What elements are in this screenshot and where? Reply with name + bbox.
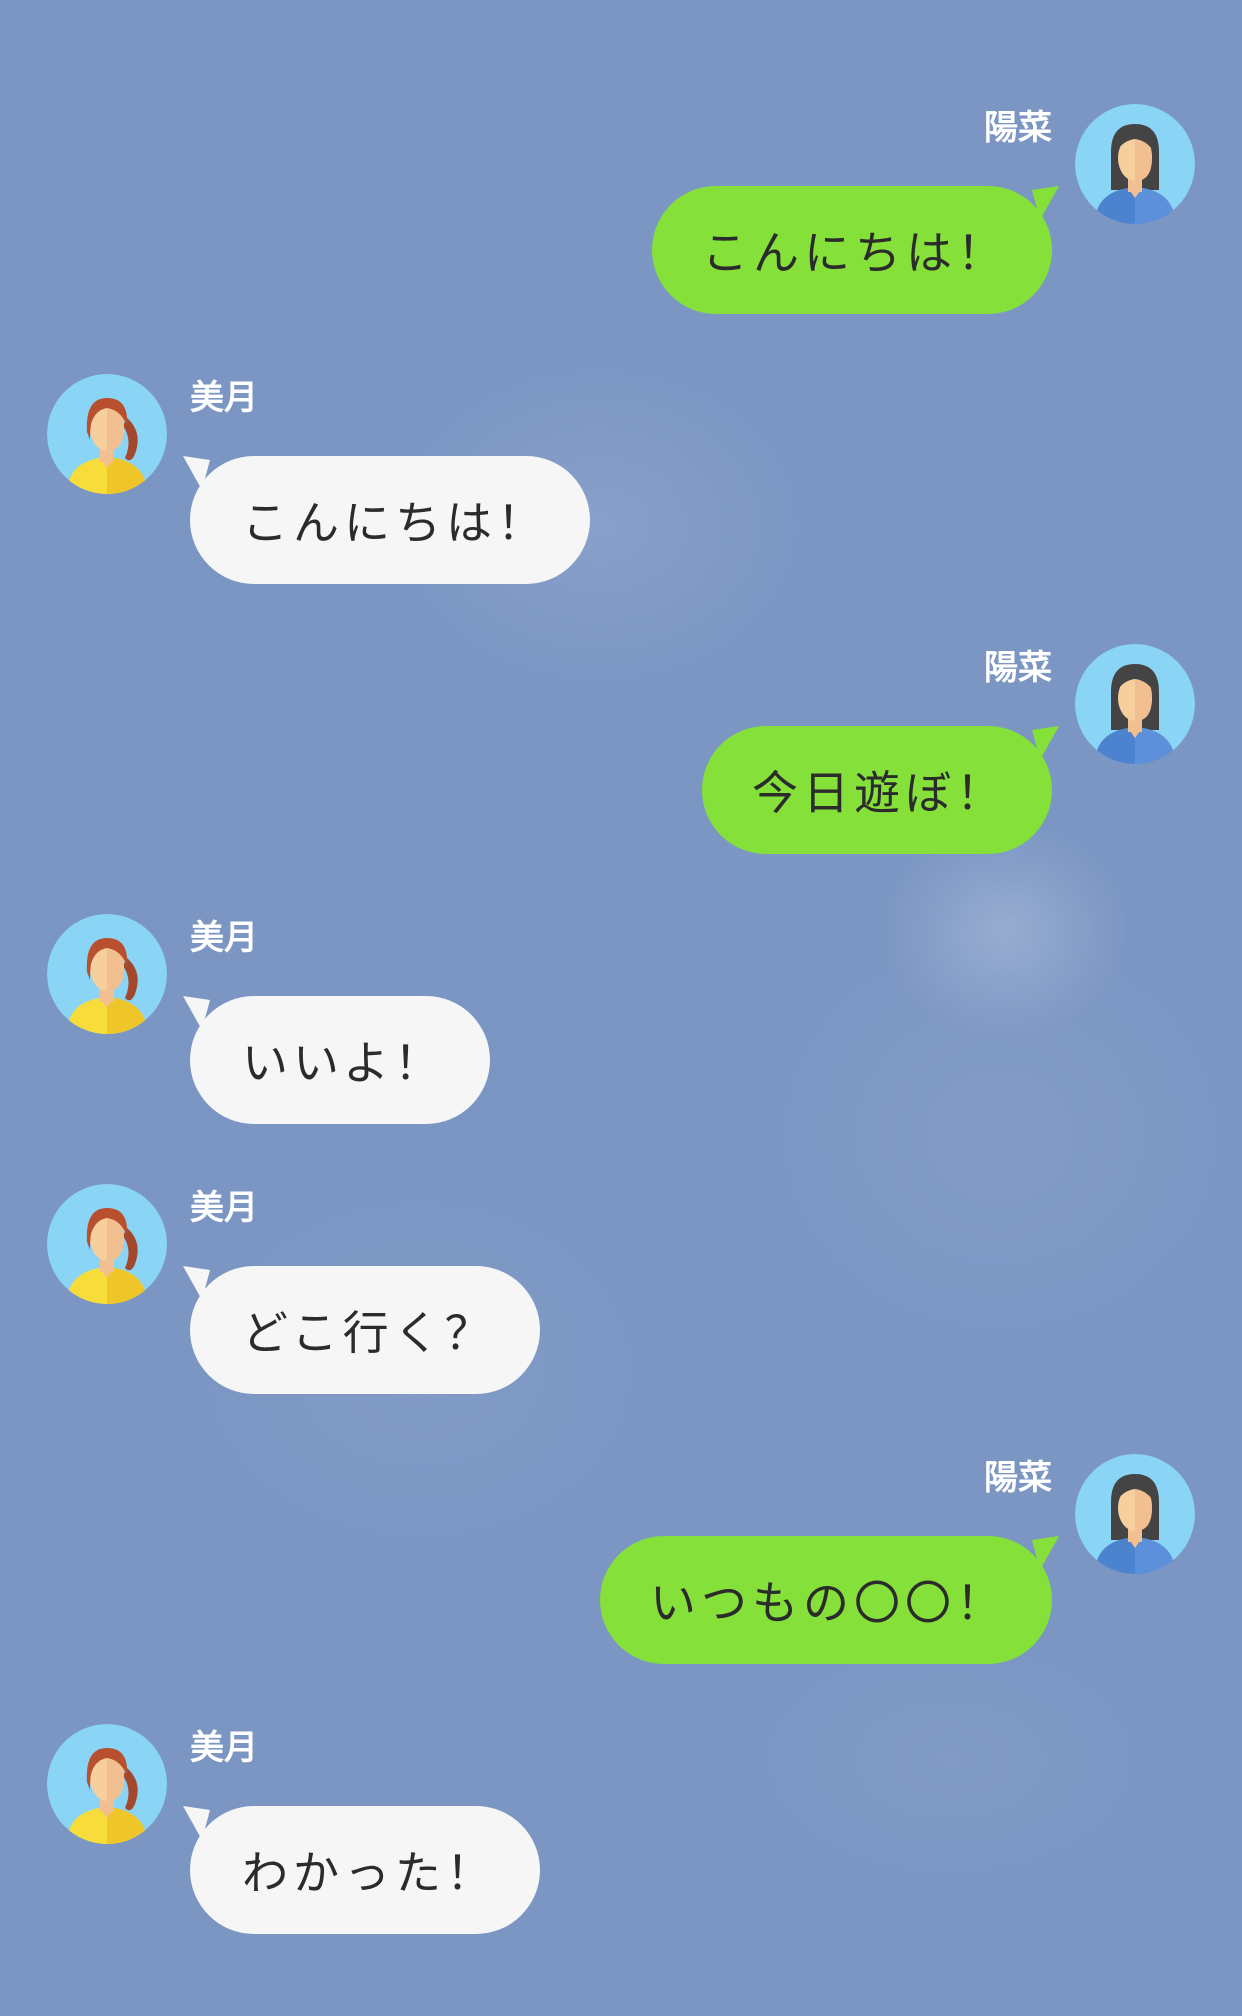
message-text: 今日遊ぼ！	[752, 766, 1007, 820]
background-bokeh	[760, 920, 1240, 1350]
sender-name: 陽菜	[984, 1458, 1052, 1498]
sent-bubble-tail	[1032, 186, 1059, 220]
sent-message-bubble[interactable]: 今日遊ぼ！	[702, 726, 1052, 854]
sender-name: 美月	[190, 918, 258, 958]
message-text: こんにちは！	[702, 226, 1008, 280]
sent-bubble-tail	[1032, 1536, 1059, 1570]
sent-message-bubble[interactable]: いつもの〇〇！	[600, 1536, 1052, 1664]
chat-screen[interactable]: 陽菜 こんにちは！ 美月 こんにちは！ 陽菜 今日遊ぼ！ 美月 いいよ！ 美月 …	[0, 0, 1242, 2016]
woman-auburn-ponytail-yellow-shirt-avatar-icon[interactable]	[47, 914, 167, 1034]
sender-name: 陽菜	[984, 648, 1052, 688]
sender-name: 美月	[190, 1728, 258, 1768]
received-message-bubble[interactable]: こんにちは！	[190, 456, 590, 584]
sender-name: 陽菜	[984, 108, 1052, 148]
woman-auburn-ponytail-yellow-shirt-avatar-icon[interactable]	[47, 1724, 167, 1844]
received-bubble-tail	[183, 1266, 210, 1300]
woman-auburn-ponytail-yellow-shirt-avatar-icon[interactable]	[47, 1184, 167, 1304]
received-message-bubble[interactable]: いいよ！	[190, 996, 490, 1124]
received-message-bubble[interactable]: わかった！	[190, 1806, 540, 1934]
woman-auburn-ponytail-yellow-shirt-avatar-icon[interactable]	[47, 374, 167, 494]
sender-name: 美月	[190, 378, 258, 418]
sent-bubble-tail	[1032, 726, 1059, 760]
received-message-bubble[interactable]: どこ行く？	[190, 1266, 540, 1394]
received-bubble-tail	[183, 996, 210, 1030]
message-text: どこ行く？	[242, 1306, 496, 1360]
woman-black-hair-blue-shirt-avatar-icon[interactable]	[1075, 104, 1195, 224]
message-text: わかった！	[242, 1846, 497, 1900]
received-bubble-tail	[183, 456, 210, 490]
message-text: こんにちは！	[242, 496, 548, 550]
background-bokeh	[740, 1630, 1160, 1890]
woman-black-hair-blue-shirt-avatar-icon[interactable]	[1075, 1454, 1195, 1574]
message-text: いいよ！	[242, 1036, 446, 1090]
message-text: いつもの〇〇！	[650, 1576, 1007, 1630]
woman-black-hair-blue-shirt-avatar-icon[interactable]	[1075, 644, 1195, 764]
sent-message-bubble[interactable]: こんにちは！	[652, 186, 1052, 314]
sender-name: 美月	[190, 1188, 258, 1228]
received-bubble-tail	[183, 1806, 210, 1840]
